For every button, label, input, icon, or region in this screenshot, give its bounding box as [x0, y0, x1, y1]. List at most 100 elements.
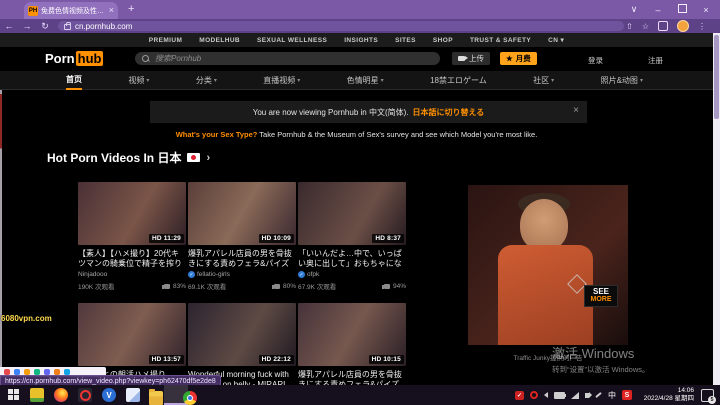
video-card[interactable]: HD 10:15 爆乳アパレル店員の男を骨抜きにする責めフェラ&パイズリ①。Bi…	[298, 303, 406, 385]
video-title[interactable]: 爆乳アパレル店員の男を骨抜きにする責めフェラ&パイズリ③。Big tits	[188, 249, 296, 269]
chevron-right-icon[interactable]: ›	[206, 152, 210, 164]
video-card[interactable]: HD 10:09 爆乳アパレル店員の男を骨抜きにする責めフェラ&パイズリ③。Bi…	[188, 182, 296, 291]
video-thumbnail[interactable]: HD 22:12	[188, 303, 296, 366]
video-uploader[interactable]: ✓ofpk	[298, 271, 406, 278]
nav-videos[interactable]: 视频▾	[128, 71, 149, 90]
nav-premium[interactable]: PREMIUM	[149, 37, 183, 44]
search-input[interactable]	[153, 53, 433, 64]
volume-icon[interactable]	[585, 393, 589, 398]
nav-live[interactable]: 直播视频▾	[263, 71, 300, 90]
scrollbar-thumb[interactable]	[714, 35, 719, 119]
back-button[interactable]: ←	[0, 21, 18, 31]
sogou-input-icon[interactable]: S	[622, 390, 632, 400]
video-title[interactable]: 「いいんだよ…中で、いっぱい奥に出して」おもちゃになった彼女に騎乗位	[298, 249, 406, 269]
tab-search-chevron-icon[interactable]: ∨	[622, 4, 646, 15]
nav-shop[interactable]: SHOP	[433, 37, 453, 44]
video-card[interactable]: HD 8:37 「いいんだよ…中で、いっぱい奥に出して」おもちゃになった彼女に騎…	[298, 182, 406, 291]
upload-button[interactable]: 上传	[452, 52, 490, 65]
nav-sexual-wellness[interactable]: SEXUAL WELLNESS	[257, 37, 327, 44]
pornhub-logo[interactable]: Porn hub	[45, 51, 103, 66]
battery-icon[interactable]	[554, 392, 565, 399]
chrome-icon[interactable]	[183, 391, 197, 405]
video-thumbnail[interactable]: HD 13:57	[78, 303, 186, 366]
video-thumbnail[interactable]: HD 11:29	[78, 182, 186, 245]
sidebar-ad[interactable]: SEE MORE	[468, 185, 628, 345]
screen-recorder-icon[interactable]	[78, 388, 92, 402]
nav-pornstars[interactable]: 色情明星▾	[347, 71, 384, 90]
video-card[interactable]: HD 11:29 【素人】【ハメ撮り】20代キツマンの騎乗位で精子を搾り取る変態…	[78, 182, 186, 291]
page-scrollbar[interactable]	[713, 33, 720, 385]
tool-tray-icon[interactable]	[595, 392, 602, 398]
view-count: 67.9K 次观看	[298, 281, 336, 291]
hidden-icons-arrow[interactable]	[544, 392, 548, 398]
rating-percent: 80%	[283, 283, 296, 290]
banner-close-icon[interactable]: ×	[573, 105, 579, 116]
bookmark-star-icon[interactable]: ☆	[642, 22, 649, 31]
extension-icon[interactable]	[658, 21, 668, 31]
notification-center-icon[interactable]: 5	[701, 389, 714, 402]
video-title[interactable]: 爆乳アパレル店員の男を骨抜きにする責めフェラ&パイズリ①。Big tits	[298, 370, 406, 385]
tab-close-icon[interactable]: ×	[109, 6, 114, 15]
see-more-button[interactable]: SEE MORE	[584, 285, 618, 307]
video-thumbnail[interactable]: HD 10:09	[188, 182, 296, 245]
video-stats: 67.9K 次观看 94%	[298, 281, 406, 291]
reload-button[interactable]: ↻	[36, 21, 54, 32]
nav-games[interactable]: 18禁エロゲーム	[430, 71, 487, 90]
screen: PH 免费色情视频及性爱影片 - AH… × + ∨ – × ← → ↻ cn.…	[0, 0, 720, 405]
start-button[interactable]	[8, 389, 20, 401]
notes-app-icon[interactable]	[126, 388, 140, 402]
video-uploader[interactable]: Ninjadooo	[78, 271, 186, 278]
forward-button[interactable]: →	[18, 21, 36, 31]
browser-tabstrip: PH 免费色情视频及性爱影片 - AH… × + ∨ – ×	[0, 0, 720, 19]
video-title[interactable]: 【素人】【ハメ撮り】20代キツマンの騎乗位で精子を搾り取る変態ギ	[78, 249, 186, 269]
ime-indicator[interactable]: 中	[608, 390, 616, 401]
browser-tab[interactable]: PH 免费色情视频及性爱影片 - AH… ×	[24, 2, 118, 19]
language-banner: You are now viewing Pornhub in 中文(简体). 日…	[150, 101, 587, 123]
nav-sites[interactable]: SITES	[395, 37, 416, 44]
nav-community[interactable]: 社区▾	[533, 71, 554, 90]
taskbar-clock[interactable]: 14:06 2022/4/28 星期四	[644, 387, 694, 403]
premium-button[interactable]: ★ 月费	[500, 52, 537, 65]
nav-language[interactable]: CN ▾	[548, 36, 564, 44]
chevron-down-icon: ▾	[214, 77, 217, 84]
promo-highlight[interactable]: What's your Sex Type?	[176, 130, 258, 139]
vpn-app-icon[interactable]	[30, 388, 44, 402]
video-thumbnail[interactable]: HD 10:15	[298, 303, 406, 366]
recording-tray-icon[interactable]	[530, 391, 538, 399]
firefox-icon[interactable]	[54, 388, 68, 402]
view-count: 69.1K 次观看	[188, 281, 226, 291]
video-thumbnail[interactable]: HD 8:37	[298, 182, 406, 245]
video-card[interactable]: HD 22:12 Wonderful morning fuck with cum…	[188, 303, 296, 385]
nav-trust-safety[interactable]: TRUST & SAFETY	[470, 37, 531, 44]
share-icon[interactable]: ⇧	[626, 22, 633, 31]
nav-categories[interactable]: 分类▾	[196, 71, 217, 90]
video-camera-icon	[458, 56, 465, 61]
address-bar[interactable]: cn.pornhub.com	[58, 21, 624, 31]
v-app-icon[interactable]: V	[102, 388, 116, 402]
browser-menu-icon[interactable]: ⋮	[698, 22, 706, 31]
antivirus-tray-icon[interactable]: ✓	[515, 391, 524, 400]
nav-insights[interactable]: INSIGHTS	[344, 37, 378, 44]
chevron-down-icon: ▾	[146, 77, 149, 84]
video-uploader[interactable]: ✓fellatio-girls	[188, 271, 296, 278]
nav-modelhub[interactable]: MODELHUB	[199, 37, 240, 44]
nav-photos-gifs[interactable]: 照片&动图▾	[601, 71, 643, 90]
thumbs-up-icon	[274, 284, 280, 289]
search-box[interactable]	[135, 52, 440, 65]
sex-type-promo[interactable]: What's your Sex Type? Take Pornhub & the…	[0, 130, 713, 139]
close-window-button[interactable]: ×	[694, 5, 718, 15]
url-text[interactable]: cn.pornhub.com	[75, 22, 132, 31]
new-tab-button[interactable]: +	[128, 3, 134, 16]
minimize-button[interactable]: –	[646, 5, 670, 15]
profile-avatar[interactable]	[677, 20, 689, 32]
maximize-button[interactable]	[670, 4, 694, 15]
file-explorer-icon[interactable]	[149, 391, 163, 405]
taskbar: V ✓ 中 S 14:06 2022/4/28 星期四 5	[0, 385, 720, 405]
language-banner-text: You are now viewing Pornhub in 中文(简体).	[253, 107, 409, 118]
network-icon[interactable]	[571, 392, 579, 399]
register-link[interactable]: 注册	[648, 55, 663, 66]
switch-to-japanese-link[interactable]: 日本語に切り替える	[413, 107, 485, 118]
duration-badge: HD 8:37	[372, 234, 404, 243]
login-link[interactable]: 登录	[588, 55, 603, 66]
nav-home[interactable]: 首页	[66, 71, 82, 90]
